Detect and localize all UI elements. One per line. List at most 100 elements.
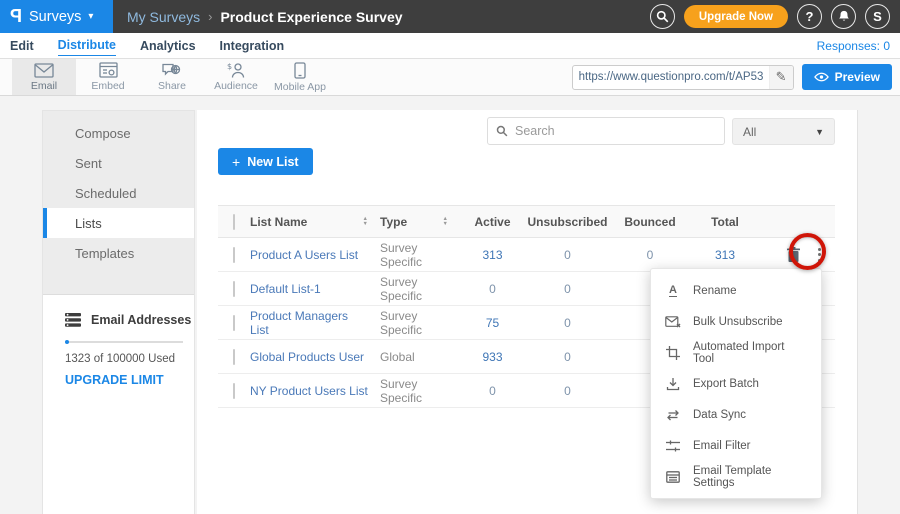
unsubscribed-count[interactable]: 0	[525, 282, 610, 296]
sidebar-item-label: Lists	[75, 216, 102, 231]
row-checkbox[interactable]	[233, 247, 235, 263]
help-button[interactable]: ?	[797, 4, 822, 29]
tab-edit[interactable]: Edit	[10, 36, 34, 56]
share-icon	[162, 62, 182, 78]
menu-item-label: Rename	[693, 285, 736, 297]
audience-icon: $	[226, 62, 246, 78]
sidebar-item-sent[interactable]: Sent	[43, 148, 194, 178]
tool-embed[interactable]: Embed	[76, 59, 140, 95]
new-list-button[interactable]: + New List	[218, 148, 313, 175]
tool-mobile-app[interactable]: Mobile App	[268, 59, 332, 95]
edit-url-button[interactable]: ✎	[769, 66, 793, 89]
search-icon	[656, 10, 669, 23]
row-checkbox[interactable]	[233, 315, 235, 331]
bell-icon	[838, 10, 850, 23]
tab-analytics[interactable]: Analytics	[140, 36, 196, 56]
bounced-count[interactable]: 0	[610, 248, 690, 262]
breadcrumb-my-surveys[interactable]: My Surveys	[127, 9, 200, 25]
unsubscribed-count[interactable]: 0	[525, 350, 610, 364]
menu-item-data-sync[interactable]: Data Sync	[651, 399, 821, 430]
mobile-icon	[294, 62, 306, 79]
account-avatar[interactable]: S	[865, 4, 890, 29]
template-icon	[665, 469, 681, 485]
tool-label: Audience	[214, 80, 258, 92]
list-type: Survey Specific	[380, 377, 460, 405]
sidebar-menu: Compose Sent Scheduled Lists Templates	[43, 111, 194, 294]
plus-icon: +	[232, 154, 240, 170]
unsubscribed-count[interactable]: 0	[525, 384, 610, 398]
preview-button[interactable]: Preview	[802, 64, 892, 90]
survey-tabs-bar: Edit Distribute Analytics Integration Re…	[0, 33, 900, 59]
survey-url-input[interactable]	[573, 71, 769, 83]
total-count[interactable]: 313	[690, 248, 760, 262]
preview-label: Preview	[835, 70, 880, 84]
distribute-toolbar: Email Embed Share $ Audience Mobile App	[0, 59, 900, 96]
tool-audience[interactable]: $ Audience	[204, 59, 268, 95]
tool-email[interactable]: Email	[12, 59, 76, 95]
sidebar-item-scheduled[interactable]: Scheduled	[43, 178, 194, 208]
menu-item-bulk-unsubscribe[interactable]: Bulk Unsubscribe	[651, 306, 821, 337]
menu-item-export-batch[interactable]: Export Batch	[651, 368, 821, 399]
row-checkbox[interactable]	[233, 281, 235, 297]
list-name-link[interactable]: Product A Users List	[250, 248, 358, 262]
sidebar-item-label: Sent	[75, 156, 102, 171]
col-bounced: Bounced	[610, 215, 690, 229]
list-name-link[interactable]: Global Products User	[250, 350, 364, 364]
sidebar-item-templates[interactable]: Templates	[43, 238, 194, 268]
embed-icon	[99, 62, 118, 78]
row-checkbox[interactable]	[233, 349, 235, 365]
active-count[interactable]: 933	[460, 350, 525, 364]
list-type: Survey Specific	[380, 309, 460, 337]
surveys-product-switcher[interactable]: P Surveys ▾	[0, 0, 113, 33]
list-filter-dropdown[interactable]: All ▼	[732, 118, 835, 145]
search-button[interactable]	[650, 4, 675, 29]
questionpro-logo: P	[10, 6, 22, 27]
col-unsubscribed: Unsubscribed	[525, 215, 610, 229]
responses-count[interactable]: Responses: 0	[817, 39, 890, 53]
menu-item-email-filter[interactable]: Email Filter	[651, 430, 821, 461]
col-total: Total	[690, 215, 760, 229]
list-name-link[interactable]: Default List-1	[250, 282, 321, 296]
sidebar-item-compose[interactable]: Compose	[43, 118, 194, 148]
active-count[interactable]: 0	[460, 282, 525, 296]
import-crop-icon	[665, 345, 681, 361]
active-count[interactable]: 313	[460, 248, 525, 262]
table-header-row: List Name▲▼ Type▲▼ Active Unsubscribed B…	[218, 205, 835, 238]
menu-item-label: Data Sync	[693, 409, 746, 421]
notifications-button[interactable]	[831, 4, 856, 29]
unsubscribed-count[interactable]: 0	[525, 316, 610, 330]
list-name-link[interactable]: Product Managers List	[250, 309, 368, 337]
tool-share[interactable]: Share	[140, 59, 204, 95]
chevron-down-icon: ▼	[815, 127, 824, 137]
unsubscribe-icon	[665, 314, 681, 330]
row-checkbox[interactable]	[233, 383, 235, 399]
active-count[interactable]: 75	[460, 316, 525, 330]
menu-item-rename[interactable]: A Rename	[651, 275, 821, 306]
menu-item-label: Email Filter	[693, 440, 751, 452]
active-count[interactable]: 0	[460, 384, 525, 398]
survey-title: Product Experience Survey	[220, 9, 402, 25]
search-icon	[496, 125, 508, 137]
sidebar-item-lists[interactable]: Lists	[43, 208, 194, 238]
unsubscribed-count[interactable]: 0	[525, 248, 610, 262]
tab-integration[interactable]: Integration	[220, 36, 285, 56]
select-all-checkbox[interactable]	[233, 214, 235, 230]
upgrade-now-button[interactable]: Upgrade Now	[684, 5, 788, 28]
delete-list-button[interactable]	[787, 247, 800, 262]
menu-item-automated-import-tool[interactable]: Automated Import Tool	[651, 337, 821, 368]
col-active: Active	[460, 215, 525, 229]
menu-item-email-template-settings[interactable]: Email Template Settings	[651, 461, 821, 492]
sort-icon[interactable]: ▲▼	[363, 217, 368, 227]
rename-icon: A	[665, 283, 681, 299]
list-search-input[interactable]	[515, 124, 716, 138]
email-addresses-title: Email Addresses	[91, 313, 191, 327]
tool-label: Embed	[91, 80, 124, 92]
upgrade-limit-link[interactable]: UPGRADE LIMIT	[65, 373, 194, 387]
tab-distribute[interactable]: Distribute	[58, 35, 116, 56]
row-actions-menu-button[interactable]	[814, 244, 825, 266]
svg-text:$: $	[227, 62, 232, 71]
email-addresses-section: Email Addresses 1323 of 100000 Used UPGR…	[43, 294, 194, 387]
sort-icon[interactable]: ▲▼	[443, 217, 448, 227]
list-name-link[interactable]: NY Product Users List	[250, 384, 368, 398]
mail-icon	[34, 63, 54, 78]
